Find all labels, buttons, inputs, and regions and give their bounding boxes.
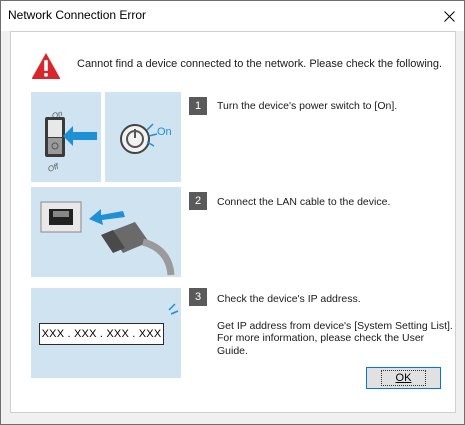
lan-cable-illustration [31, 187, 181, 277]
rocker-switch-icon: On Off [45, 109, 97, 174]
step-2-badge: 2 [189, 192, 207, 210]
dialog-content: Cannot find a device connected to the ne… [10, 31, 456, 413]
switch-off-text: Off [47, 162, 61, 174]
step-3-badge: 3 [189, 288, 207, 306]
ip-address-illustration: XXX . XXX . XXX . XXX [31, 288, 181, 378]
warning-row: Cannot find a device connected to the ne… [31, 52, 443, 80]
dialog-window: Network Connection Error Cannot find a d… [0, 0, 465, 425]
warning-icon [31, 53, 61, 79]
ip-address-field: XXX . XXX . XXX . XXX [39, 323, 164, 345]
warning-message: Cannot find a device connected to the ne… [77, 58, 443, 70]
power-button-icon: On [120, 123, 172, 154]
highlight-lines-icon [168, 303, 179, 315]
close-button[interactable] [434, 1, 464, 31]
power-switch-illustration: On Off [31, 92, 101, 182]
ok-button-label: OK [380, 370, 427, 386]
step-2-text: Connect the LAN cable to the device. [217, 196, 391, 208]
ok-button[interactable]: OK [366, 367, 441, 389]
step-3-text: Check the device's IP address. [217, 293, 361, 305]
step-1-text: Turn the device's power switch to [On]. [217, 100, 398, 112]
lan-cable-icon [40, 201, 175, 276]
power-button-illustration: On [105, 92, 181, 182]
window-title: Network Connection Error [8, 8, 147, 22]
title-bar: Network Connection Error [1, 1, 464, 31]
step-3-detail-2: For more information, please check the U… [217, 332, 425, 357]
step-1-badge: 1 [189, 97, 207, 115]
button-on-text: On [157, 126, 172, 138]
close-icon [443, 10, 455, 22]
